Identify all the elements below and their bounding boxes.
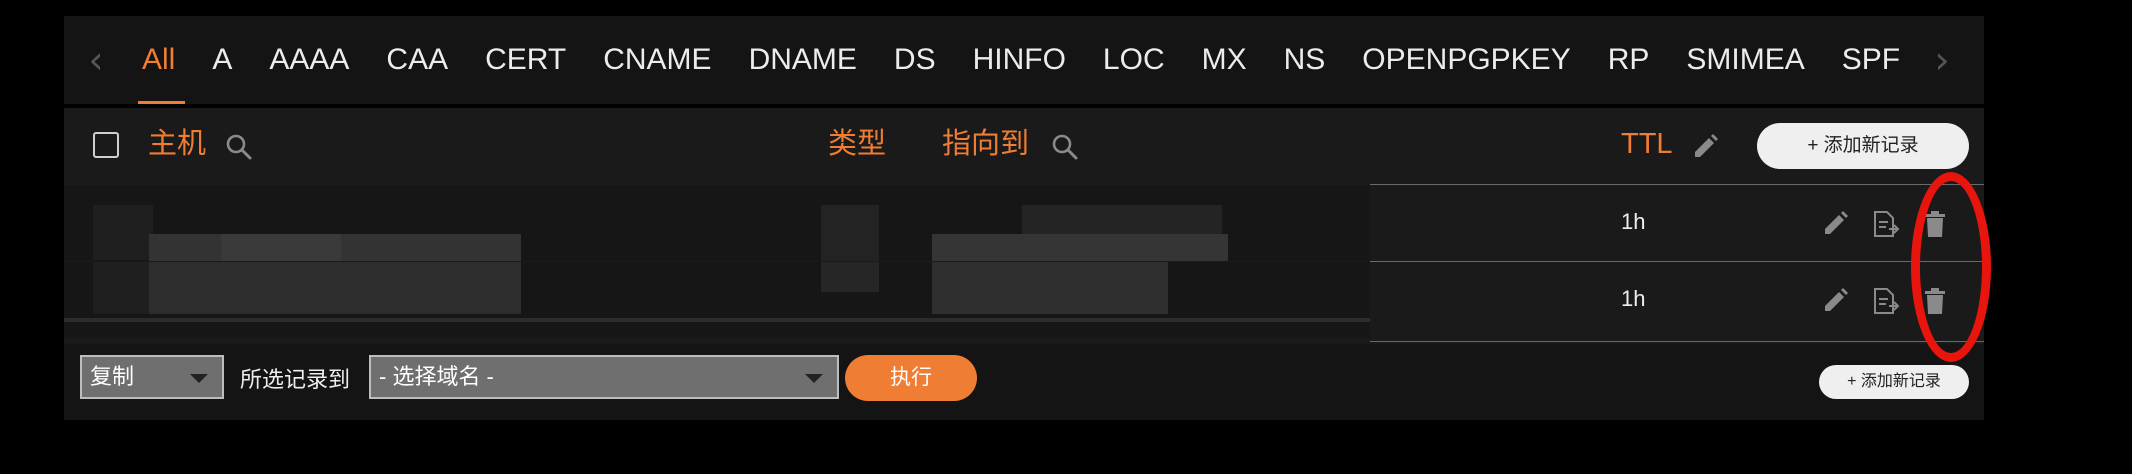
pencil-icon[interactable]	[1690, 132, 1720, 162]
ttl-value: 1h	[1621, 286, 1646, 311]
tab-rp[interactable]: RP	[1604, 16, 1654, 104]
tab-loc[interactable]: LOC	[1099, 16, 1169, 104]
chevron-down-icon	[805, 374, 823, 383]
add-record-button[interactable]: + 添加新记录	[1757, 123, 1969, 169]
domain-select[interactable]: - 选择域名 -	[369, 355, 839, 399]
annotation-highlight-ellipse	[1911, 172, 1991, 362]
add-record-button[interactable]: + 添加新记录	[1819, 365, 1969, 399]
bulk-action-value: 复制	[90, 364, 135, 389]
table-row[interactable]: 1h	[64, 262, 1984, 338]
copy-file-icon[interactable]	[1870, 209, 1900, 239]
tab-ds[interactable]: DS	[890, 16, 940, 104]
type-column-header[interactable]: 类型	[828, 126, 886, 162]
redacted-record-content	[64, 185, 1370, 261]
tab-cname[interactable]: CNAME	[599, 16, 715, 104]
tab-hinfo[interactable]: HINFO	[969, 16, 1070, 104]
record-type-tabbar: ‹ All A AAAA CAA CERT CNAME DNAME DS HINFO LOC MX N…	[64, 16, 1984, 104]
bulk-action-bar: 复制 所选记录到 - 选择域名 - 执行 + 添加新记录	[64, 344, 1984, 420]
tab-mx[interactable]: MX	[1198, 16, 1251, 104]
domain-select-placeholder: - 选择域名 -	[379, 364, 494, 389]
pencil-icon[interactable]	[1820, 286, 1850, 316]
execute-button[interactable]: 执行	[845, 355, 977, 401]
search-icon[interactable]	[1050, 132, 1080, 162]
select-all-checkbox[interactable]	[93, 132, 119, 158]
dns-records-table: 主机 类型 指向到 TTL + 添加新记录 1h 1h 复制 所选记录到 - 选…	[64, 108, 1984, 420]
divider	[1370, 341, 1984, 342]
tab-ns[interactable]: NS	[1280, 16, 1330, 104]
pencil-icon[interactable]	[1820, 209, 1850, 239]
tab-caa[interactable]: CAA	[382, 16, 452, 104]
copy-file-icon[interactable]	[1870, 286, 1900, 316]
tab-aaaa[interactable]: AAAA	[265, 16, 353, 104]
chevron-left-icon[interactable]: ‹	[66, 16, 126, 104]
tab-cert[interactable]: CERT	[481, 16, 570, 104]
tab-dname[interactable]: DNAME	[745, 16, 861, 104]
target-column-header[interactable]: 指向到	[942, 126, 1029, 162]
ttl-value: 1h	[1621, 209, 1646, 234]
tab-openpgpkey[interactable]: OPENPGPKEY	[1358, 16, 1574, 104]
tab-smimea[interactable]: SMIMEA	[1682, 16, 1808, 104]
ttl-column-header[interactable]: TTL	[1621, 126, 1673, 162]
tab-spf[interactable]: SPF	[1838, 16, 1904, 104]
bulk-action-select[interactable]: 复制	[80, 355, 224, 399]
tab-a[interactable]: A	[208, 16, 236, 104]
chevron-right-icon[interactable]: ›	[1912, 16, 1972, 104]
table-row[interactable]: 1h	[64, 185, 1984, 261]
redacted-record-content	[64, 262, 1370, 338]
target-domain-label: 所选记录到	[240, 367, 351, 392]
record-type-tabs: All A AAAA CAA CERT CNAME DNAME DS HINFO LOC MX NS O…	[138, 16, 1924, 104]
host-column-header[interactable]: 主机	[148, 126, 206, 162]
tab-all[interactable]: All	[138, 16, 186, 104]
chevron-down-icon	[190, 374, 208, 383]
table-header: 主机 类型 指向到 TTL + 添加新记录	[64, 108, 1984, 184]
search-icon[interactable]	[224, 132, 254, 162]
